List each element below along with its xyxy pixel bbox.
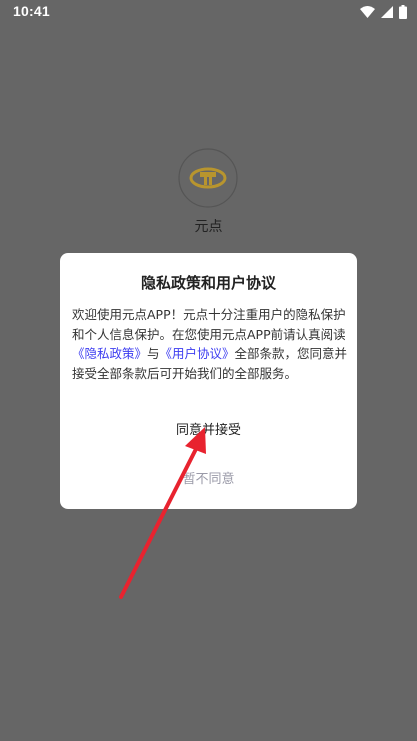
battery-icon xyxy=(399,5,407,19)
privacy-policy-link[interactable]: 《隐私政策》 xyxy=(72,346,147,361)
status-icons xyxy=(360,5,407,19)
privacy-dialog: 隐私政策和用户协议 欢迎使用元点APP！元点十分注重用户的隐私保护和个人信息保护… xyxy=(60,253,357,509)
dialog-body: 欢迎使用元点APP！元点十分注重用户的隐私保护和个人信息保护。在您使用元点APP… xyxy=(72,305,348,383)
dialog-body-intro: 欢迎使用元点APP！元点十分注重用户的隐私保护和个人信息保护。在您使用元点APP… xyxy=(72,307,346,342)
status-time: 10:41 xyxy=(13,3,50,19)
dialog-body-conjunction: 与 xyxy=(147,346,160,361)
signal-icon xyxy=(381,6,393,18)
agree-button[interactable]: 同意并接受 xyxy=(60,419,357,438)
dialog-title: 隐私政策和用户协议 xyxy=(140,274,276,292)
disagree-button[interactable]: 暂不同意 xyxy=(60,468,357,487)
user-agreement-link[interactable]: 《用户协议》 xyxy=(160,346,235,361)
status-bar: 10:41 xyxy=(0,0,417,24)
app-logo xyxy=(178,148,238,208)
wifi-icon xyxy=(360,6,375,18)
app-name: 元点 xyxy=(194,219,223,235)
